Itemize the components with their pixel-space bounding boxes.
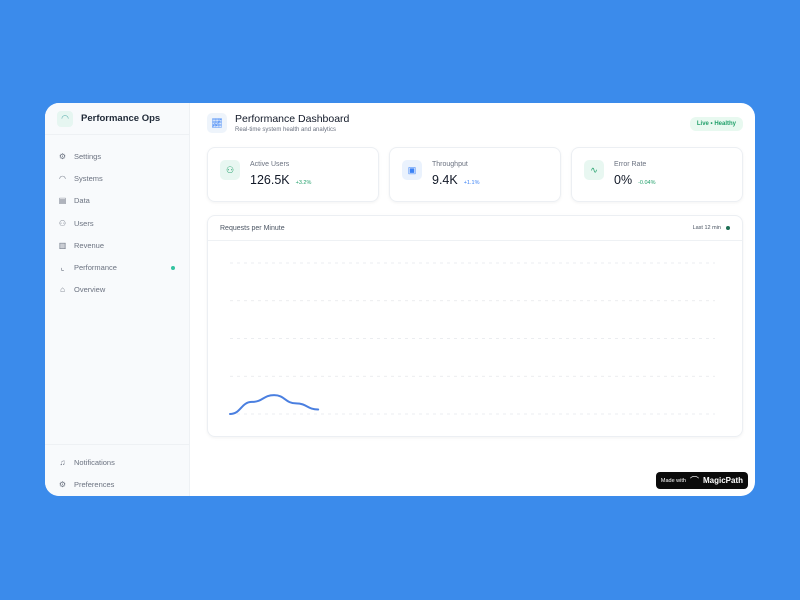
metric-change: -0.04%: [638, 180, 656, 186]
gauge-logo-icon: ◠: [57, 110, 73, 127]
sidebar-item-data[interactable]: ▤ Data: [45, 190, 189, 212]
page-subtitle: Real-time system health and analytics: [235, 127, 337, 133]
sidebar-item-label: Performance: [74, 263, 117, 273]
gear-icon: ⚙: [58, 480, 67, 490]
activity-icon: ∿: [584, 160, 604, 180]
line-chart: [229, 262, 715, 415]
metric-change: +1.1%: [463, 180, 480, 186]
chart-range: Last 12 min: [692, 225, 721, 231]
metric-value: 126.5K: [250, 173, 290, 187]
users-icon: ⚇: [220, 160, 240, 180]
metric-change: +3.2%: [295, 180, 312, 186]
metric-value: 9.4K: [432, 173, 458, 187]
live-dot: [726, 226, 730, 230]
line-chart-icon: ⌞: [60, 263, 65, 273]
metric-value: 0%: [614, 173, 633, 187]
series-line: [229, 394, 320, 415]
metric-label: Active Users: [250, 161, 290, 168]
metric-label: Error Rate: [614, 161, 647, 168]
requests-chart-card: Requests per Minute Last 12 min: [207, 215, 743, 437]
sidebar-item-label: Data: [74, 196, 90, 206]
sidebar-item-overview[interactable]: ⌂ Overview: [45, 279, 189, 301]
sidebar-bottom: ♫ Notifications ⚙ Preferences: [45, 444, 189, 496]
page-header: 📈︎ Performance Dashboard Real-time syste…: [207, 113, 349, 133]
home-icon: ⌂: [60, 285, 65, 295]
sidebar-item-label: Revenue: [74, 240, 105, 250]
line-chart-icon: 📈︎: [207, 113, 227, 133]
sidebar-item-label: Overview: [74, 285, 106, 295]
sidebar: ◠ Performance Ops ⚙ Settings ◠ Systems ▤ Data ⚇…: [45, 103, 190, 496]
sidebar-item-users[interactable]: ⚇ Users: [45, 212, 189, 234]
throughput-icon: ▣: [402, 160, 422, 180]
metric-cards: ⚇ Active Users 126.5K +3.2% ▣ Throughput 9.4K +…: [207, 147, 743, 202]
app-window: ◠ Performance Ops ⚙ Settings ◠ Systems ▤ Data ⚇…: [45, 103, 755, 496]
metric-card-error-rate: ∿ Error Rate 0% -0.04%: [571, 147, 743, 202]
sidebar-item-performance[interactable]: ⌞ Performance: [45, 256, 189, 278]
page-title: Performance Dashboard: [235, 113, 350, 125]
bar-chart-icon: ▥: [58, 240, 67, 250]
app-name: Performance Ops: [81, 113, 161, 124]
bell-icon: ♫: [59, 458, 66, 468]
users-icon: ⚇: [58, 218, 67, 228]
made-with-magicpath-badge[interactable]: Made with ⌒ MagicPath: [655, 472, 748, 489]
active-indicator: [171, 265, 175, 270]
sidebar-item-label: Preferences: [74, 480, 115, 490]
metric-card-throughput: ▣ Throughput 9.4K +1.1%: [389, 147, 561, 202]
sidebar-nav: ⚙ Settings ◠ Systems ▤ Data ⚇ Users ▥ Revenue ⌞ Per…: [45, 135, 189, 301]
sidebar-item-label: Users: [74, 218, 94, 228]
status-badge: Live • Healthy: [689, 117, 743, 131]
brand: ◠ Performance Ops: [45, 103, 189, 135]
chart-title: Requests per Minute: [220, 224, 285, 232]
sidebar-item-systems[interactable]: ◠ Systems: [45, 167, 189, 189]
main-content: 📈︎ Performance Dashboard Real-time syste…: [190, 103, 755, 496]
sidebar-item-revenue[interactable]: ▥ Revenue: [45, 234, 189, 256]
gauge-icon: ◠: [59, 173, 66, 183]
gear-icon: ⚙: [58, 151, 67, 161]
brand-label: MagicPath: [702, 476, 743, 485]
database-icon: ▤: [58, 196, 67, 206]
made-with-label: Made with: [660, 477, 686, 484]
sidebar-item-label: Settings: [74, 151, 102, 161]
metric-card-active-users: ⚇ Active Users 126.5K +3.2%: [207, 147, 379, 202]
magicpath-logo-icon: ⌒: [689, 476, 699, 486]
sidebar-item-label: Systems: [74, 173, 103, 183]
metric-label: Throughput: [432, 161, 468, 168]
sidebar-item-label: Notifications: [74, 458, 115, 468]
sidebar-item-preferences[interactable]: ⚙ Preferences: [45, 474, 189, 496]
sidebar-item-settings[interactable]: ⚙ Settings: [45, 145, 189, 167]
sidebar-item-notifications[interactable]: ♫ Notifications: [45, 451, 189, 473]
